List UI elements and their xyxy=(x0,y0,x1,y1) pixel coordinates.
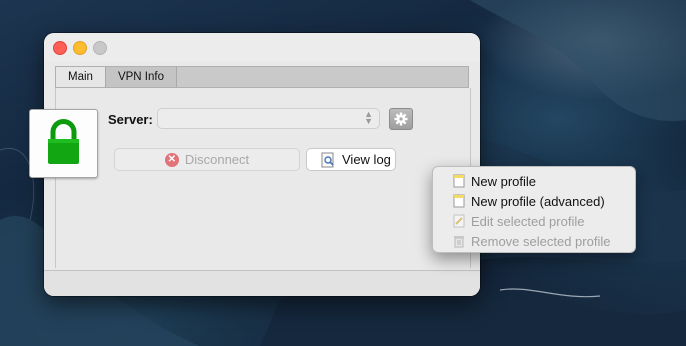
menu-item-label: New profile (advanced) xyxy=(471,193,605,209)
close-window-button[interactable] xyxy=(53,41,67,55)
updown-chevron-icon: ▲ ▼ xyxy=(364,109,373,126)
connection-status-indicator xyxy=(29,109,98,178)
red-x-icon: ✕ xyxy=(164,152,179,167)
new-document-icon xyxy=(453,174,465,188)
menu-item-new-profile-advanced[interactable]: New profile (advanced) xyxy=(433,191,635,211)
menu-item-label: Remove selected profile xyxy=(471,233,611,249)
menu-item-label: Edit selected profile xyxy=(471,213,585,229)
view-log-label: View log xyxy=(342,152,391,167)
minimize-window-button[interactable] xyxy=(73,41,87,55)
menu-item-new-profile[interactable]: New profile xyxy=(433,171,635,191)
tab-main[interactable]: Main xyxy=(56,67,106,87)
edit-document-icon xyxy=(453,214,465,228)
disconnect-label: Disconnect xyxy=(184,152,250,167)
menu-item-edit-selected-profile: Edit selected profile xyxy=(433,211,635,231)
trash-icon xyxy=(454,236,464,248)
server-select[interactable]: ▲ ▼ xyxy=(157,108,380,129)
profile-actions-button[interactable] xyxy=(389,108,413,130)
menu-item-label: New profile xyxy=(471,173,537,189)
profile-menu: New profile New profile (advanced) Edit … xyxy=(432,166,636,253)
server-label: Server: xyxy=(108,112,153,127)
log-magnifier-icon xyxy=(321,152,334,167)
tab-vpn-info[interactable]: VPN Info xyxy=(105,67,177,87)
title-bar xyxy=(44,33,480,61)
tab-bar: Main VPN Info xyxy=(55,66,469,88)
gear-icon xyxy=(394,112,408,126)
green-padlock-icon xyxy=(48,119,79,164)
menu-item-remove-selected-profile: Remove selected profile xyxy=(433,231,635,251)
view-log-button[interactable]: View log xyxy=(306,148,396,171)
new-document-icon xyxy=(453,194,465,208)
status-bar xyxy=(44,270,480,296)
disconnect-button[interactable]: ✕ Disconnect xyxy=(114,148,300,171)
zoom-window-button[interactable] xyxy=(93,41,107,55)
